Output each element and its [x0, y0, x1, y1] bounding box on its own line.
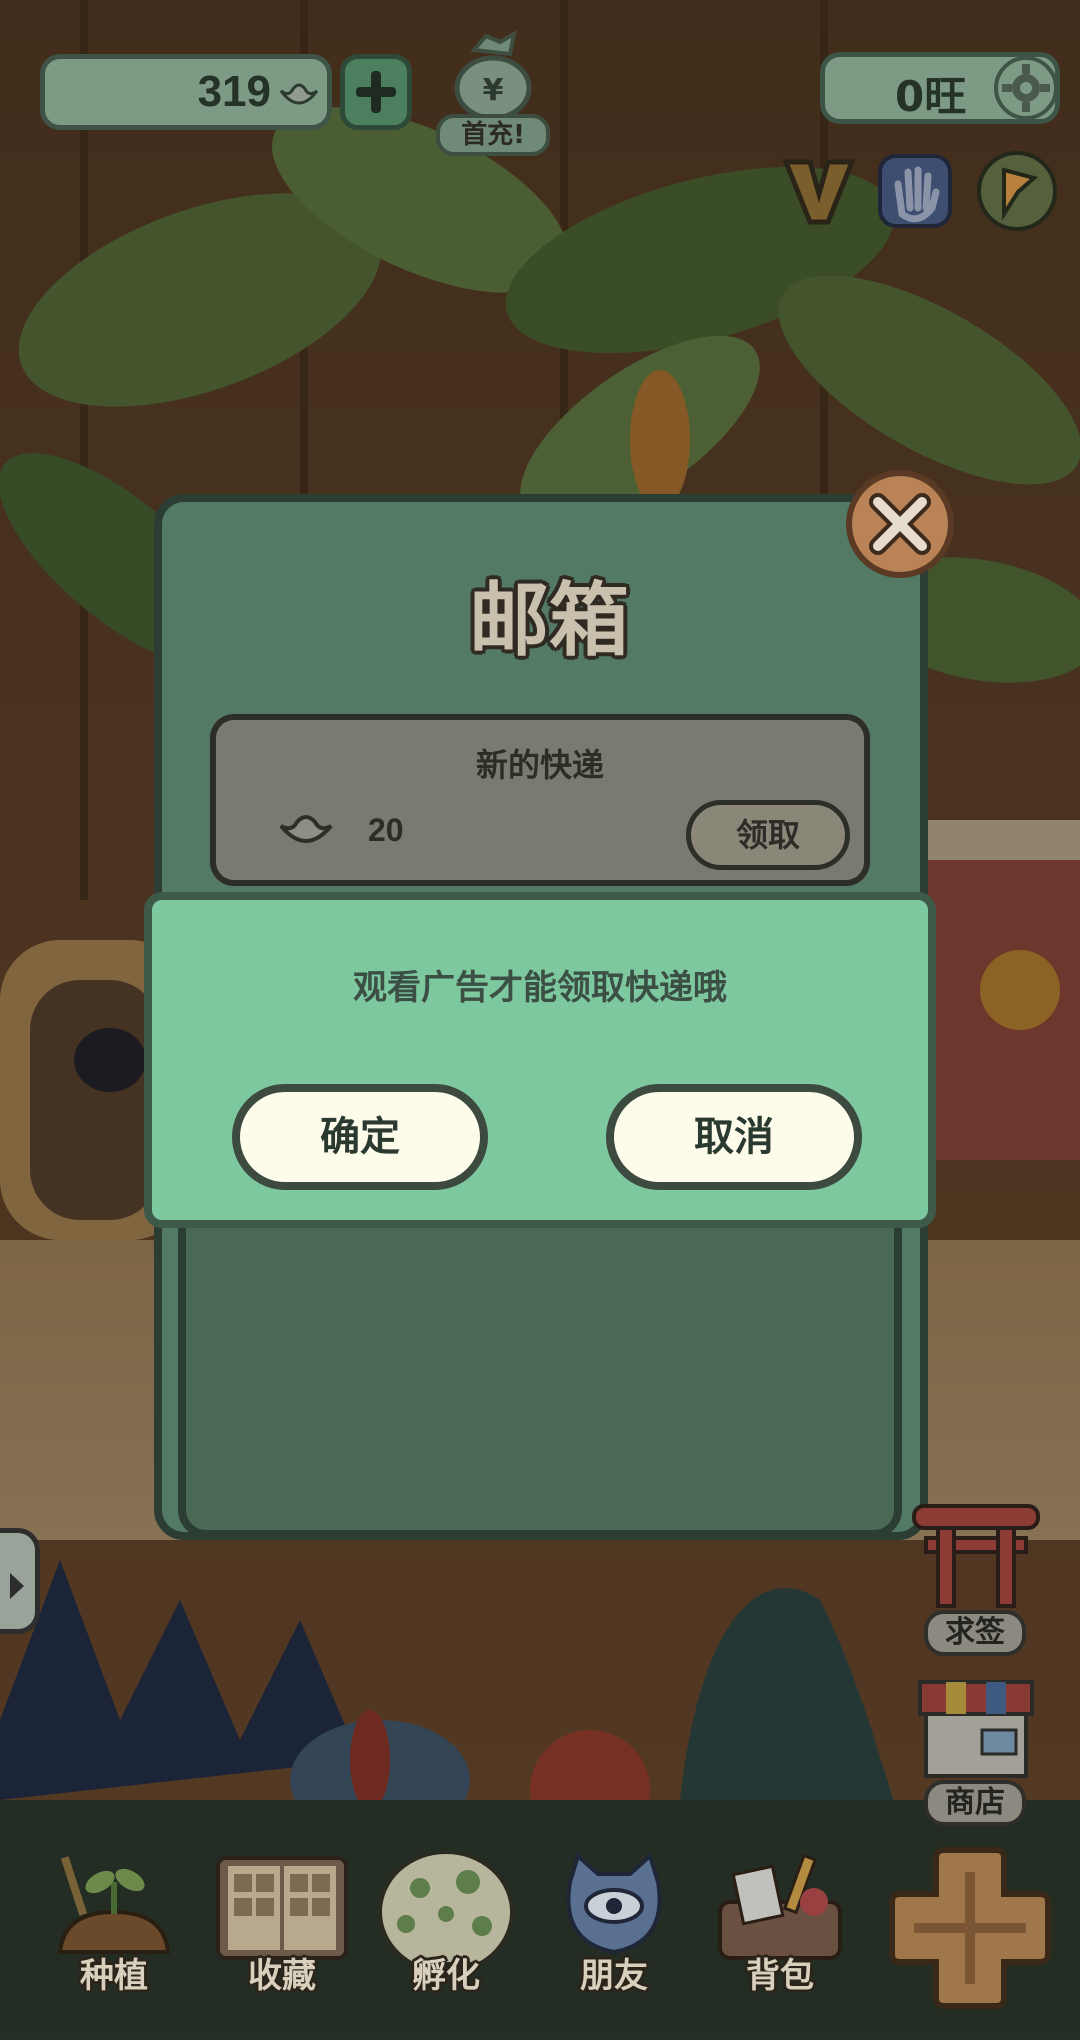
interact-hand-button[interactable]: [872, 148, 958, 234]
nav-plant-label: 种植: [80, 1956, 148, 1996]
yen-symbol: ¥: [483, 73, 504, 108]
shop-stall-icon: [918, 1680, 1034, 1778]
flag-icon: [977, 151, 1057, 231]
side-drawer-toggle[interactable]: [0, 1528, 40, 1634]
gold-ingot-icon: [279, 83, 319, 105]
nav-plant[interactable]: 种植: [44, 1852, 184, 2002]
coin-balance: 319: [40, 54, 332, 130]
shop-label: 商店: [924, 1780, 1026, 1826]
expand-menu-button[interactable]: [884, 1842, 1056, 2014]
vip-button[interactable]: [776, 148, 862, 234]
gold-ingot-icon: [279, 815, 333, 843]
cancel-button[interactable]: 取消: [606, 1084, 862, 1190]
fortune-label: 求签: [924, 1610, 1026, 1656]
mail-item-title: 新的快递: [475, 746, 604, 784]
dialog-message: 观看广告才能领取快递哦: [353, 968, 727, 1008]
nav-backpack[interactable]: 背包: [710, 1852, 850, 2002]
settings-button[interactable]: [988, 50, 1064, 126]
plant-icon: [57, 1856, 171, 1954]
watch-ad-dialog: 观看广告才能领取快递哦 确定 取消: [144, 892, 936, 1228]
plus-icon: [889, 1847, 1051, 2009]
flag-button[interactable]: [974, 148, 1060, 234]
nav-friends-label: 朋友: [580, 1956, 648, 1996]
first-recharge-label: 首充!: [436, 114, 550, 156]
mail-item-amount: 20: [368, 812, 404, 848]
egg-icon: [378, 1852, 514, 1962]
cat-friend-icon: [566, 1852, 662, 1955]
arrow-right-icon: [10, 1573, 24, 1599]
mailbox-panel-lower: [178, 1220, 902, 1538]
vip-v-icon: [782, 159, 856, 225]
nav-backpack-label: 背包: [746, 1956, 814, 1996]
coin-amount: 319: [197, 67, 271, 116]
mail-item: 新的快递 20 领取: [210, 714, 870, 886]
plus-icon: [356, 71, 396, 113]
gear-icon: [994, 56, 1058, 120]
confirm-button[interactable]: 确定: [232, 1084, 488, 1190]
money-bag-icon: ¥: [454, 30, 532, 121]
fortune-button[interactable]: 求签: [906, 1500, 1046, 1660]
backpack-icon: [718, 1853, 842, 1960]
first-recharge-button[interactable]: ¥ 首充!: [436, 30, 550, 162]
nav-collection-label: 收藏: [248, 1956, 316, 1996]
close-icon: [869, 493, 931, 555]
nav-hatch-label: 孵化: [412, 1956, 480, 1996]
claim-button[interactable]: 领取: [686, 800, 850, 870]
nav-hatch[interactable]: 孵化: [376, 1852, 516, 2002]
hand-icon: [878, 154, 952, 228]
mailbox-title: 邮箱: [469, 574, 629, 667]
torii-gate-icon: [912, 1504, 1040, 1608]
nav-friends[interactable]: 朋友: [544, 1852, 684, 2002]
nav-collection[interactable]: 收藏: [212, 1852, 352, 2002]
shop-button[interactable]: 商店: [906, 1672, 1046, 1832]
collection-book-icon: [216, 1856, 348, 1960]
add-coins-button[interactable]: [340, 54, 412, 130]
close-mailbox-button[interactable]: [846, 470, 954, 578]
points-amount: 0旺: [895, 72, 967, 121]
